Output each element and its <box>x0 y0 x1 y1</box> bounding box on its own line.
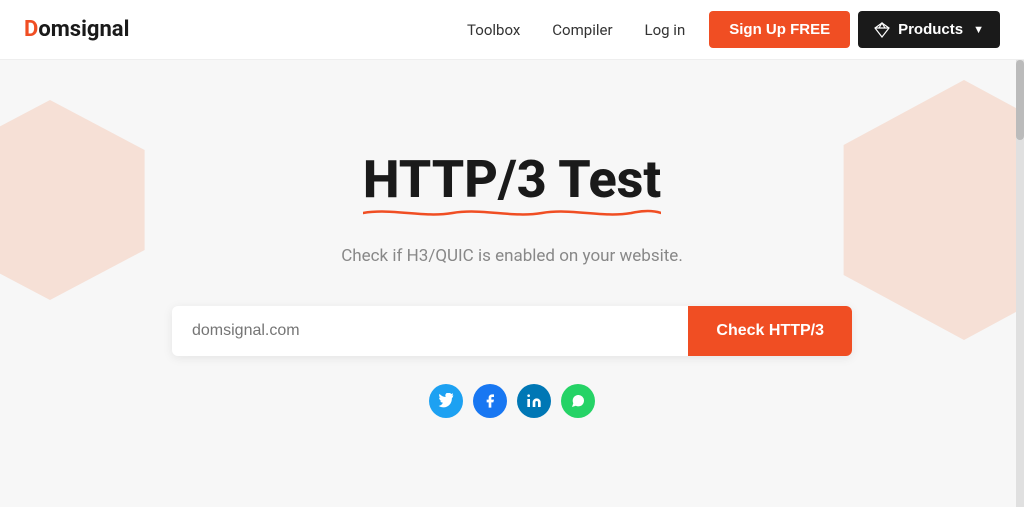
logo-text: omsignal <box>38 17 129 42</box>
chevron-down-icon: ▼ <box>973 24 984 36</box>
nav-compiler[interactable]: Compiler <box>552 21 612 39</box>
hero-subtitle: Check if H3/QUIC is enabled on your webs… <box>172 246 852 266</box>
social-icons <box>172 384 852 418</box>
hero-title: HTTP/3 Test <box>363 149 661 210</box>
facebook-icon[interactable] <box>473 384 507 418</box>
whatsapp-icon[interactable] <box>561 384 595 418</box>
check-button[interactable]: Check HTTP/3 <box>688 306 852 356</box>
title-underline <box>363 208 661 218</box>
nav-links: Toolbox Compiler Log in <box>467 21 685 39</box>
hero-section: HTTP/3 Test Check if H3/QUIC is enabled … <box>0 60 1024 507</box>
diamond-icon <box>874 22 890 38</box>
nav-toolbox[interactable]: Toolbox <box>467 21 520 39</box>
url-input[interactable] <box>172 306 688 356</box>
twitter-icon[interactable] <box>429 384 463 418</box>
signup-button[interactable]: Sign Up FREE <box>709 11 850 48</box>
logo[interactable]: Domsignal <box>24 17 129 42</box>
scrollbar[interactable] <box>1016 60 1024 507</box>
products-label: Products <box>898 21 963 38</box>
nav-login[interactable]: Log in <box>645 21 686 39</box>
search-bar: Check HTTP/3 <box>172 306 852 356</box>
navbar: Domsignal Toolbox Compiler Log in Sign U… <box>0 0 1024 60</box>
products-button[interactable]: Products ▼ <box>858 11 1000 48</box>
linkedin-icon[interactable] <box>517 384 551 418</box>
logo-d: D <box>24 17 38 42</box>
scrollbar-thumb[interactable] <box>1016 60 1024 140</box>
hero-content: HTTP/3 Test Check if H3/QUIC is enabled … <box>152 129 872 438</box>
hex-decoration-left <box>0 100 160 300</box>
